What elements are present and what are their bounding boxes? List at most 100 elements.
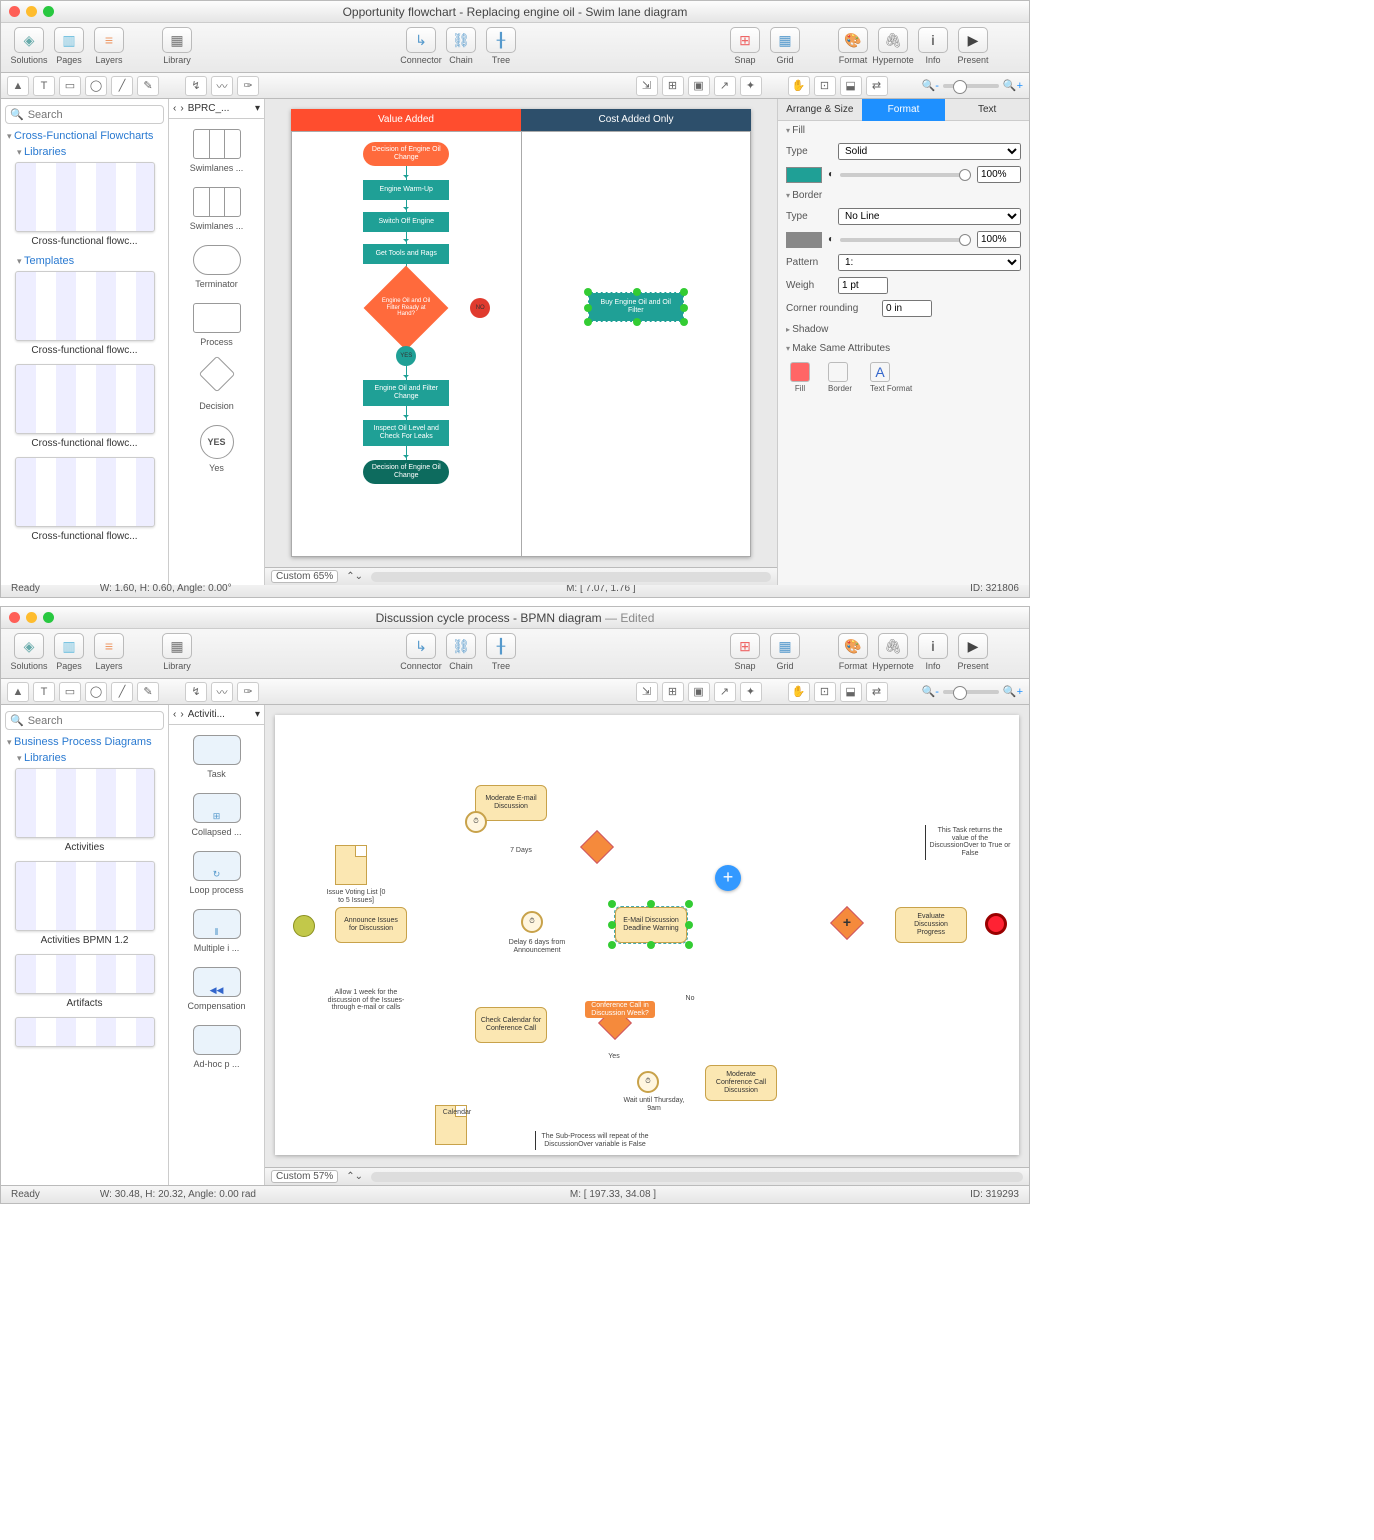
color-picker-icon[interactable]: ◐ xyxy=(828,169,834,180)
distribute-tool[interactable]: ⊞ xyxy=(662,682,684,702)
rect-tool[interactable]: ▭ xyxy=(59,682,81,702)
back-icon[interactable]: ‹ xyxy=(173,103,176,114)
stamp-tool[interactable]: ⬓ xyxy=(840,76,862,96)
zoom-in-icon[interactable]: 🔍+ xyxy=(1003,685,1023,698)
chain-button[interactable]: Chain xyxy=(441,633,481,671)
selection-handle[interactable] xyxy=(584,304,592,312)
select-tool[interactable]: ▲ xyxy=(7,76,29,96)
section-bpd[interactable]: Business Process Diagrams xyxy=(7,736,164,748)
zoom-dropdown[interactable]: Custom 65% xyxy=(271,570,338,583)
line-tool[interactable]: ╱ xyxy=(111,682,133,702)
decision-shape[interactable]: Engine Oil and Oil Filter Ready at Hand? xyxy=(364,266,449,351)
pattern-select[interactable]: 1: xyxy=(838,254,1021,271)
task-email-warning[interactable]: E-Mail Discussion Deadline Warning xyxy=(615,907,687,943)
eyedropper-tool[interactable]: ✑ xyxy=(237,682,259,702)
lane-value-added[interactable]: Decision of Engine Oil Change Engine War… xyxy=(292,132,521,556)
subsection-libraries[interactable]: Libraries xyxy=(17,752,164,764)
selection-handle[interactable] xyxy=(633,288,641,296)
msa-text-button[interactable]: AText Format xyxy=(870,362,912,393)
tree-button[interactable]: Tree xyxy=(481,633,521,671)
solutions-button[interactable]: Solutions xyxy=(9,27,49,65)
subsection-templates[interactable]: Templates xyxy=(17,255,164,267)
minimize-icon[interactable] xyxy=(26,6,37,17)
library-button[interactable]: Library xyxy=(157,633,197,671)
process-shape[interactable]: Inspect Oil Level and Check For Leaks xyxy=(363,420,449,446)
drawing-page[interactable]: Announce Issues for Discussion Issue Vot… xyxy=(275,715,1019,1155)
link-tool[interactable]: ⇄ xyxy=(866,682,888,702)
selection-handle[interactable] xyxy=(647,941,655,949)
arrow-tool[interactable]: ↗ xyxy=(714,76,736,96)
stencil-item[interactable]: Process xyxy=(169,293,264,351)
fill-opacity-slider[interactable] xyxy=(840,173,971,177)
group-tool[interactable]: ▣ xyxy=(688,682,710,702)
eyedropper-tool[interactable]: ✑ xyxy=(237,76,259,96)
pen-tool[interactable]: ✎ xyxy=(137,76,159,96)
selection-handle[interactable] xyxy=(685,941,693,949)
wand-tool[interactable]: ✦ xyxy=(740,76,762,96)
parallel-gateway[interactable] xyxy=(830,906,864,940)
search-box[interactable]: 🔍 xyxy=(5,105,164,124)
start-shape[interactable]: Decision of Engine Oil Change xyxy=(363,142,449,166)
process-shape[interactable]: Switch Off Engine xyxy=(363,212,449,232)
snap-button[interactable]: Snap xyxy=(725,27,765,65)
process-shape[interactable]: Engine Warm-Up xyxy=(363,180,449,200)
search-input[interactable] xyxy=(28,109,159,121)
selection-handle[interactable] xyxy=(685,900,693,908)
zoom-dropdown[interactable]: Custom 57% xyxy=(271,1170,338,1183)
hand-tool[interactable]: ✋ xyxy=(788,682,810,702)
search-box[interactable]: 🔍 xyxy=(5,711,164,730)
stencil-item[interactable]: ↻Loop process xyxy=(169,841,264,899)
zoom-out-icon[interactable]: 🔍- xyxy=(922,685,939,698)
lane-cost-added[interactable]: Buy Engine Oil and Oil Filter xyxy=(522,132,751,556)
border-opacity-input[interactable] xyxy=(977,231,1021,248)
timer-event[interactable]: ⏱ xyxy=(521,911,543,933)
stencil-item[interactable]: Task xyxy=(169,725,264,783)
add-shape-button[interactable]: + xyxy=(715,865,741,891)
stencil-item[interactable]: ◀◀Compensation xyxy=(169,957,264,1015)
maximize-icon[interactable] xyxy=(43,612,54,623)
grid-button[interactable]: Grid xyxy=(765,27,805,65)
snap-button[interactable]: Snap xyxy=(725,633,765,671)
close-icon[interactable] xyxy=(9,6,20,17)
stencil-item[interactable]: Decision xyxy=(169,351,264,415)
selection-handle[interactable] xyxy=(685,921,693,929)
close-icon[interactable] xyxy=(9,612,20,623)
h-scrollbar[interactable] xyxy=(371,1172,1023,1182)
border-type-select[interactable]: No Line xyxy=(838,208,1021,225)
border-color-swatch[interactable] xyxy=(786,232,822,248)
timer-event[interactable]: ⏱ xyxy=(637,1071,659,1093)
minimize-icon[interactable] xyxy=(26,612,37,623)
arrow-tool[interactable]: ↗ xyxy=(714,682,736,702)
crop-tool[interactable]: ⊡ xyxy=(814,76,836,96)
stencil-item[interactable]: Terminator xyxy=(169,235,264,293)
maximize-icon[interactable] xyxy=(43,6,54,17)
section-crossfunc[interactable]: Cross-Functional Flowcharts xyxy=(7,130,164,142)
spline-tool[interactable]: 〰 xyxy=(211,682,233,702)
ellipse-tool[interactable]: ◯ xyxy=(85,76,107,96)
tree-button[interactable]: Tree xyxy=(481,27,521,65)
info-button[interactable]: Info xyxy=(913,633,953,671)
search-input[interactable] xyxy=(28,715,159,727)
wand-tool[interactable]: ✦ xyxy=(740,682,762,702)
fill-type-select[interactable]: Solid xyxy=(838,143,1021,160)
library-button[interactable]: Library xyxy=(157,27,197,65)
selection-handle[interactable] xyxy=(608,921,616,929)
format-button[interactable]: Format xyxy=(833,633,873,671)
spline-tool[interactable]: 〰 xyxy=(211,76,233,96)
subsection-libraries[interactable]: Libraries xyxy=(17,146,164,158)
library-thumb[interactable] xyxy=(15,162,155,232)
hand-tool[interactable]: ✋ xyxy=(788,76,810,96)
layers-button[interactable]: Layers xyxy=(89,633,129,671)
selected-shape[interactable]: Buy Engine Oil and Oil Filter xyxy=(588,292,684,322)
selection-handle[interactable] xyxy=(647,900,655,908)
group-border[interactable]: Border xyxy=(778,186,1029,205)
connector-tool[interactable]: ↯ xyxy=(185,76,207,96)
corner-input[interactable] xyxy=(882,300,932,317)
template-thumb[interactable] xyxy=(15,364,155,434)
start-event[interactable] xyxy=(293,915,315,937)
select-tool[interactable]: ▲ xyxy=(7,682,29,702)
pen-tool[interactable]: ✎ xyxy=(137,682,159,702)
forward-icon[interactable]: › xyxy=(180,709,183,720)
hypernote-button[interactable]: Hypernote xyxy=(873,27,913,65)
text-tool[interactable]: T xyxy=(33,682,55,702)
